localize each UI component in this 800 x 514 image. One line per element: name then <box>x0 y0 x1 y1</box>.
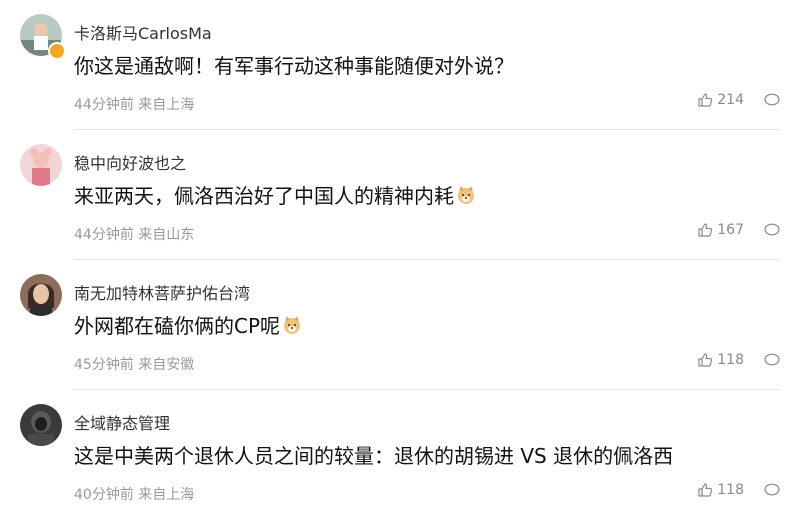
comment-location: 来自上海 <box>138 97 195 113</box>
reply-button[interactable] <box>764 223 780 237</box>
comment-bubble-icon <box>764 483 780 496</box>
thumbs-up-icon <box>698 483 713 497</box>
avatar-image <box>20 274 62 316</box>
comment-item: 全域静态管理 这是中美两个退休人员之间的较量：退休的胡锡进 VS 退休的佩洛西 … <box>0 390 800 514</box>
username[interactable]: 稳中向好波也之 <box>74 150 186 174</box>
thumbs-up-icon <box>698 353 713 367</box>
comment-meta: 40分钟前 来自上海 <box>74 484 194 504</box>
thumbs-up-icon <box>698 93 713 107</box>
comment-item: 卡洛斯马CarlosMa 你这是通敌啊！有军事行动这种事能随便对外说？ 44分钟… <box>0 0 800 130</box>
like-count: 118 <box>717 482 744 498</box>
username[interactable]: 南无加特林菩萨护佑台湾 <box>74 280 250 304</box>
like-button[interactable]: 214 <box>697 92 744 108</box>
comment-time: 45分钟前 <box>74 357 134 373</box>
comment-text: 这是中美两个退休人员之间的较量：退休的胡锡进 VS 退休的佩洛西 <box>74 444 674 468</box>
comment-text: 来亚两天，佩洛西治好了中国人的精神内耗 <box>74 180 476 209</box>
comment-text: 你这是通敌啊！有军事行动这种事能随便对外说？ <box>74 54 514 78</box>
comment-meta: 44分钟前 来自上海 <box>74 94 194 114</box>
comment-text: 外网都在磕你俩的CP呢 <box>74 310 302 339</box>
avatar-image <box>20 144 62 186</box>
reply-button[interactable] <box>764 483 780 497</box>
comment-text-body: 外网都在磕你俩的CP呢 <box>74 314 281 338</box>
reply-button[interactable] <box>764 93 780 107</box>
like-count: 214 <box>717 92 744 108</box>
like-count: 118 <box>717 352 744 368</box>
comment-meta: 44分钟前 来自山东 <box>74 224 194 244</box>
comment-bubble-icon <box>764 223 780 236</box>
doge-emoji-icon <box>456 185 476 205</box>
avatar[interactable] <box>20 274 62 316</box>
avatar-image <box>20 404 62 446</box>
avatar[interactable] <box>20 144 62 186</box>
comment-bubble-icon <box>764 353 780 366</box>
reply-button[interactable] <box>764 353 780 367</box>
like-button[interactable]: 118 <box>697 352 744 368</box>
username[interactable]: 全域静态管理 <box>74 410 170 434</box>
comment-meta: 45分钟前 来自安徽 <box>74 354 194 374</box>
comment-bubble-icon <box>764 93 780 106</box>
comment-time: 44分钟前 <box>74 97 134 113</box>
like-button[interactable]: 167 <box>697 222 744 238</box>
username[interactable]: 卡洛斯马CarlosMa <box>74 20 212 44</box>
like-button[interactable]: 118 <box>697 482 744 498</box>
comment-text-body: 来亚两天，佩洛西治好了中国人的精神内耗 <box>74 184 454 208</box>
comment-time: 40分钟前 <box>74 487 134 503</box>
comment-location: 来自山东 <box>138 227 195 243</box>
comment-item: 稳中向好波也之 来亚两天，佩洛西治好了中国人的精神内耗 44分钟前 来自山东 1… <box>0 130 800 260</box>
comment-location: 来自上海 <box>138 487 195 503</box>
like-count: 167 <box>717 222 744 238</box>
doge-emoji-icon <box>282 315 302 335</box>
verified-badge-icon <box>48 42 66 60</box>
avatar[interactable] <box>20 404 62 446</box>
comment-location: 来自安徽 <box>138 357 195 373</box>
thumbs-up-icon <box>698 223 713 237</box>
comment-time: 44分钟前 <box>74 227 134 243</box>
comment-item: 南无加特林菩萨护佑台湾 外网都在磕你俩的CP呢 45分钟前 来自安徽 118 <box>0 260 800 390</box>
